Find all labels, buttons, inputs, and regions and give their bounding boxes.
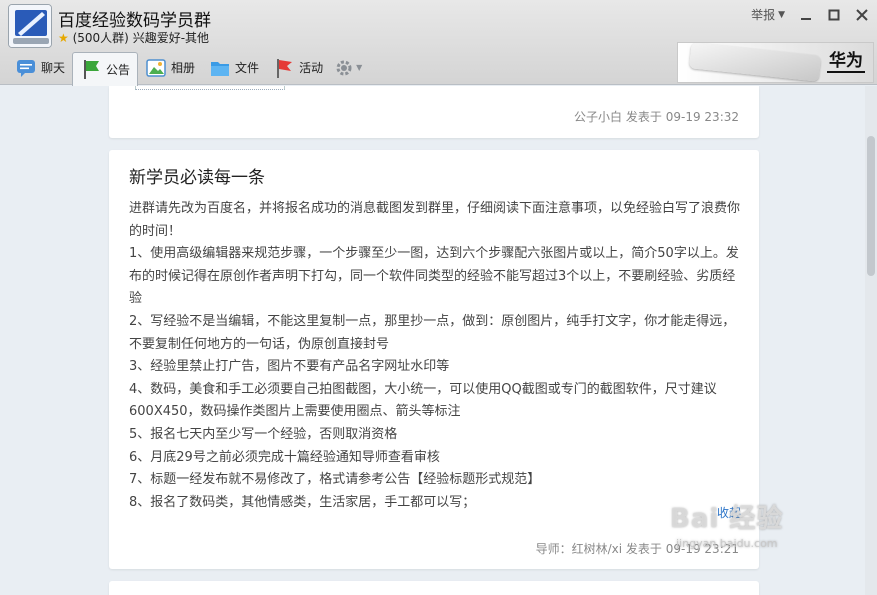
group-subtitle: ★ (500人群) 兴趣爱好-其他 [58, 29, 209, 46]
folder-icon [211, 61, 230, 76]
announcement-flag-icon [84, 60, 100, 79]
notice-paragraph: 5、报名七天内至少写一个经验，否则取消资格 [129, 426, 398, 442]
tab-chat-label: 聊天 [41, 61, 66, 75]
notice-paragraph: 4、数码，美食和手工必须要自己拍图截图，大小统一，可以使用QQ截图或专门的截图软… [129, 381, 717, 420]
chevron-down-icon: ▼ [778, 9, 785, 20]
ad-brand: 华为 [827, 51, 865, 73]
tab-files-label: 文件 [235, 61, 260, 75]
notice-image-edge [135, 86, 285, 90]
notice-meta: 导师：红树林/xi 发表于 09-19 23:21 [536, 540, 739, 557]
notice-paragraph: 6、月底29号之前必须完成十篇经验通知导师查看审核 [129, 449, 440, 465]
tab-announcement-label: 公告 [106, 62, 131, 77]
report-label: 举报 [751, 8, 776, 22]
phone-image [688, 43, 822, 82]
window-controls: 举报 ▼ [751, 6, 869, 23]
notice-card: 公子小白 发表于 09-19 23:32 [109, 86, 759, 138]
notice-time: 09-19 23:32 [665, 110, 739, 124]
group-avatar[interactable] [8, 4, 52, 48]
group-title: 百度经验数码学员群 [58, 11, 211, 31]
notice-paragraph: 进群请先改为百度名，并将报名成功的消息截图发到群里，仔细阅读下面注意事项，以免经… [129, 201, 741, 239]
group-category: 兴趣爱好-其他 [132, 31, 210, 45]
tab-chat[interactable]: 聊天 [8, 52, 72, 84]
notice-meta: 公子小白 发表于 09-19 23:32 [574, 108, 739, 125]
group-tabs: 聊天 公告 相册 文件 活动 ▼ [8, 51, 362, 86]
notice-body: 进群请先改为百度名，并将报名成功的消息截图发到群里，仔细阅读下面注意事项，以免经… [129, 198, 745, 514]
minimize-icon [801, 17, 811, 20]
group-size: (500人群) [72, 31, 129, 45]
tab-activity[interactable]: 活动 [266, 52, 330, 84]
window-header: 百度经验数码学员群 ★ (500人群) 兴趣爱好-其他 举报 ▼ 聊天 公告 相… [0, 0, 877, 86]
notice-paragraph: 1、使用高级编辑器来规范步骤，一个步骤至少一图，达到六个步骤配六张图片或以上，简… [129, 246, 739, 307]
chat-icon [17, 59, 35, 77]
scrollbar-thumb[interactable] [867, 136, 875, 276]
notice-title: 新学员必读每一条 [129, 168, 265, 188]
notice-paragraph: 3、经验里禁止打广告，图片不要有产品名字网址水印等 [129, 359, 450, 375]
notice-posted-label: 发表于 [625, 110, 662, 124]
collapse-link[interactable]: 收起 [717, 504, 741, 521]
tab-activity-label: 活动 [299, 61, 324, 75]
close-button[interactable] [855, 8, 869, 22]
notice-paragraph: 7、标题一经发布就不易修改了，格式请参考公告【经验标题形式规范】 [129, 472, 541, 488]
tab-announcement[interactable]: 公告 [72, 51, 139, 86]
gear-icon [336, 60, 352, 75]
star-icon: ★ [58, 31, 69, 45]
chevron-down-icon: ▼ [356, 63, 363, 72]
group-logo-icon [9, 5, 51, 47]
vertical-scrollbar[interactable] [865, 86, 877, 595]
announcement-list: 公子小白 发表于 09-19 23:32 新学员必读每一条 进群请先改为百度名，… [0, 86, 865, 595]
tab-album[interactable]: 相册 [138, 52, 202, 84]
album-icon [146, 58, 166, 77]
notice-author: 导师：红树林/xi [535, 542, 623, 556]
ad-banner[interactable]: 华为 [677, 42, 874, 83]
activity-flag-icon [277, 58, 293, 78]
close-icon [856, 8, 868, 21]
maximize-button[interactable] [827, 8, 841, 22]
notice-card: 新学员必读每一条 进群请先改为百度名，并将报名成功的消息截图发到群里，仔细阅读下… [109, 150, 759, 569]
tab-album-label: 相册 [171, 61, 196, 75]
notice-posted-label: 发表于 [625, 542, 662, 556]
notice-author: 公子小白 [574, 110, 623, 124]
notice-paragraph: 2、写经验不是当编辑，不能这里复制一点，那里抄一点，做到：原创图片，纯手打文字，… [129, 313, 736, 352]
settings-menu-button[interactable]: ▼ [334, 58, 362, 78]
notice-paragraph: 8、报名了数码类，其他情感类，生活家居，手工都可以写； [129, 494, 476, 510]
notice-time: 09-19 23:21 [665, 542, 739, 556]
notice-card [109, 581, 759, 595]
report-button[interactable]: 举报 ▼ [751, 6, 785, 23]
maximize-icon [828, 9, 840, 20]
tab-files[interactable]: 文件 [202, 52, 266, 84]
minimize-button[interactable] [799, 8, 813, 22]
